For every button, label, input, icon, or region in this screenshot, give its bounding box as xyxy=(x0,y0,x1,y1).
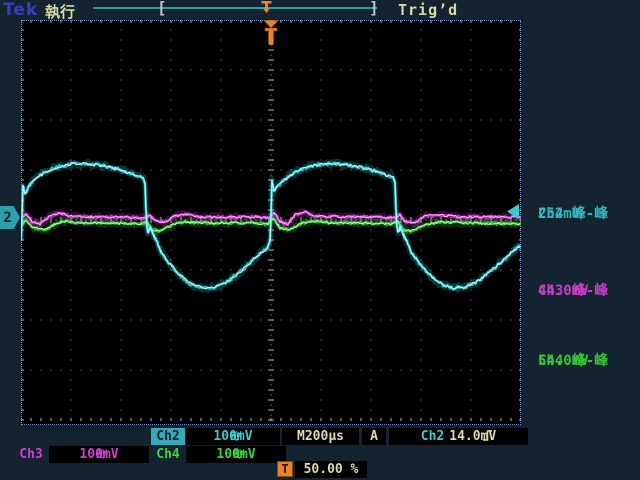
ch2-readout-selected: Ch2 xyxy=(151,428,185,445)
oscilloscope-screen: Tek 執行 [ ] Trig’d 2 Ch2 峰-峰 254mV Ch3 峰-… xyxy=(0,0,640,480)
trigger-readout: Ch2 14.0mV xyxy=(389,428,528,445)
bandwidth-limit-icon: BW xyxy=(230,430,237,443)
timebase-readout: M 200µs xyxy=(282,428,359,445)
measurement-value: 44.0mV xyxy=(538,283,589,300)
trigger-position-icon: T xyxy=(277,461,293,477)
record-window-right-bracket: ] xyxy=(369,0,379,17)
record-view-bar xyxy=(93,7,377,9)
ch4-readout-label: Ch4 xyxy=(151,446,185,463)
ch2-readout-label: Ch2 xyxy=(156,429,179,444)
measurement-value: 254mV xyxy=(538,206,580,223)
ch4-scale-readout: 100mV ∿ BW xyxy=(186,446,286,463)
measurement-value: 54.0mV xyxy=(538,353,589,370)
ch3-readout-label: Ch3 xyxy=(14,446,48,463)
record-window-left-bracket: [ xyxy=(157,0,167,17)
timebase-value: 200µs xyxy=(305,429,344,444)
timebase-label: M xyxy=(297,429,305,444)
bandwidth-limit-icon: BW xyxy=(233,448,240,461)
trigger-status: Trig’d xyxy=(398,1,458,19)
bandwidth-limit-icon: BW xyxy=(96,448,103,461)
acquisition-status: 執行 xyxy=(45,1,75,22)
rising-edge-icon xyxy=(435,414,482,459)
graticule xyxy=(21,20,521,425)
graticule-trigger-position-flag-icon xyxy=(264,21,278,46)
waveform-display xyxy=(21,20,521,425)
ch2-scale-readout: 100mV ∿ BW xyxy=(186,428,280,445)
ch2-ground-marker-icon: 2 xyxy=(0,206,20,229)
record-trigger-position-icon xyxy=(260,0,273,14)
tek-logo: Tek xyxy=(3,0,38,20)
trigger-position-readout: 50.00 % xyxy=(295,461,367,478)
ch3-scale-readout: 100mV ∿ BW xyxy=(49,446,149,463)
trigger-source-label: A xyxy=(362,428,386,445)
ch2-ground-marker-label: 2 xyxy=(3,210,11,226)
trigger-level-arrow-icon xyxy=(507,204,520,219)
